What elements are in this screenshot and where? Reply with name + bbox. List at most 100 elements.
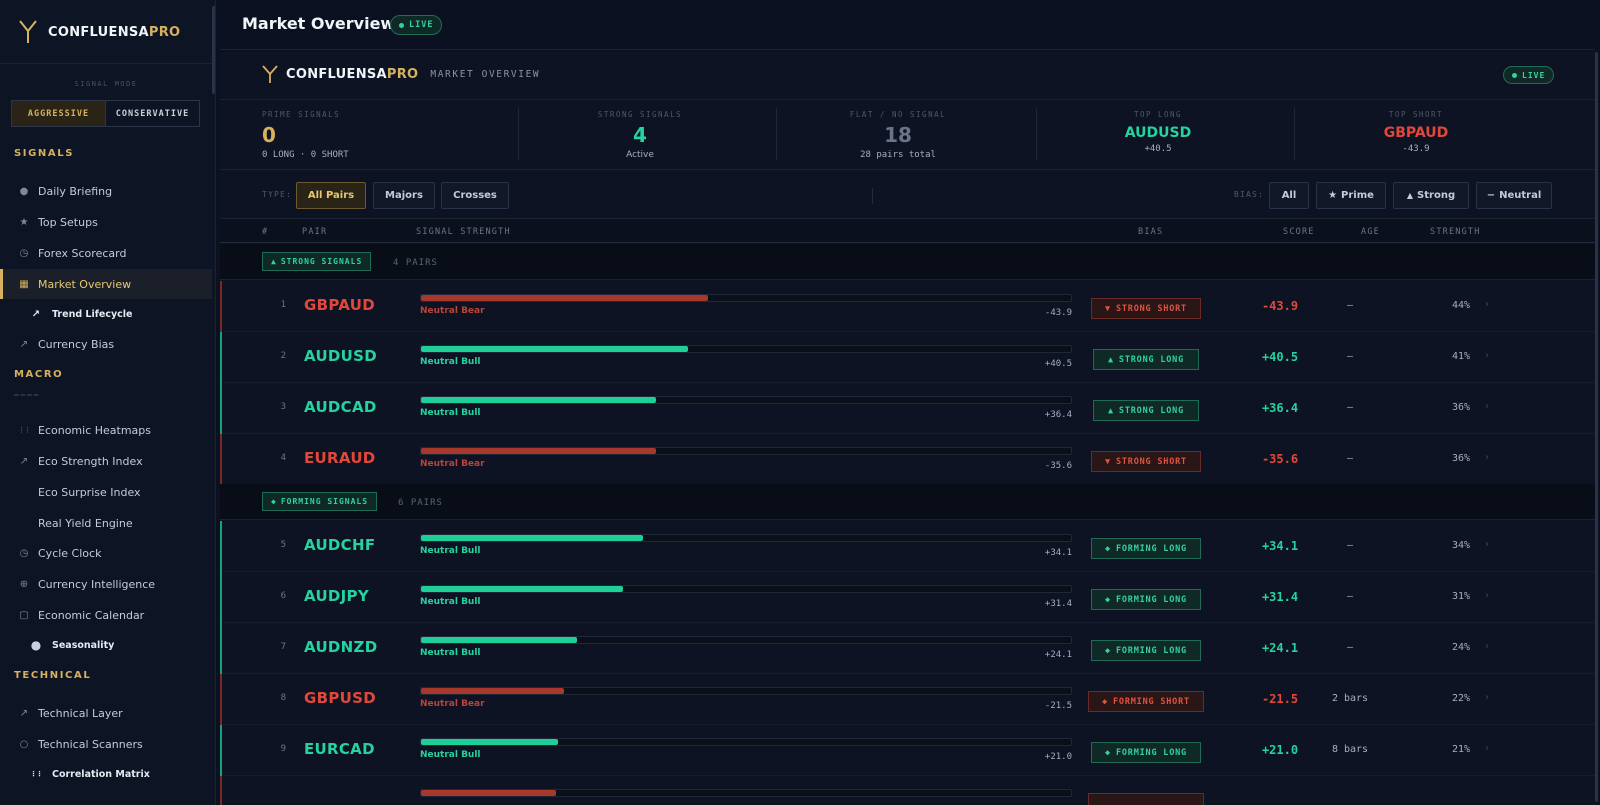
sidebar-item-technical-scanners[interactable]: ○ Technical Scanners — [0, 729, 212, 759]
table-row-partial[interactable] — [220, 776, 1595, 805]
sidebar-item-cycle-clock[interactable]: ◷ Cycle Clock — [0, 538, 212, 568]
chevron-right-icon[interactable]: › — [1485, 299, 1489, 310]
pair-name[interactable]: AUDUSD — [304, 347, 377, 365]
sidebar-item-real-yield-engine[interactable]: Real Yield Engine — [0, 508, 212, 538]
pair-name[interactable]: AUDJPY — [304, 587, 369, 605]
age: — — [1346, 453, 1354, 464]
chevron-right-icon[interactable]: › — [1485, 539, 1489, 550]
table-row[interactable]: 1 GBPAUD Neutral Bear -43.9 ▼ STRONG SHORT -43… — [220, 281, 1595, 332]
bias-all[interactable]: All — [1269, 182, 1309, 209]
score: +24.1 — [1261, 641, 1299, 655]
sidebar-item-currency-intelligence[interactable]: ⊕ Currency Intelligence — [0, 569, 212, 599]
main-scrollbar[interactable] — [1595, 52, 1598, 802]
table-row[interactable]: 4 EURAUD Neutral Bear -35.6 ▼ STRONG SHORT -35… — [220, 434, 1595, 485]
table-row[interactable]: 8 GBPUSD Neutral Bear -21.5 ◆ FORMING SHORT -2… — [220, 674, 1595, 725]
pair-name[interactable]: GBPAUD — [304, 296, 375, 314]
stat-top-long: TOP LONG AUDUSD +40.5 — [1058, 100, 1258, 164]
bias-prime[interactable]: ★ Prime — [1316, 182, 1386, 209]
group-label: STRONG SIGNALS — [280, 257, 363, 266]
table-row[interactable]: 6 AUDJPY Neutral Bull +31.4 ◆ FORMING LONG +31… — [220, 572, 1595, 623]
table-row[interactable]: 9 EURCAD Neutral Bull +21.0 ◆ FORMING LONG +21… — [220, 725, 1595, 776]
chevron-right-icon[interactable]: › — [1485, 743, 1489, 754]
group-badge: ◆ FORMING SIGNALS — [262, 492, 378, 511]
col-strength[interactable]: STRENGTH — [1430, 227, 1481, 237]
bias-strong[interactable]: ▲ Strong — [1393, 182, 1469, 209]
bias-pill-label: FORMING LONG — [1115, 645, 1187, 656]
diamond-icon: ◆ — [1105, 594, 1111, 605]
sidebar-item-market-overview[interactable]: ▦ Market Overview — [0, 269, 212, 299]
mode-conservative-button[interactable]: CONSERVATIVE — [106, 101, 199, 126]
col-bias[interactable]: BIAS — [1138, 227, 1163, 237]
sidebar-item-trend-lifecycle[interactable]: ↗ Trend Lifecycle — [0, 299, 212, 329]
mode-aggressive-button[interactable]: AGGRESSIVE — [12, 101, 106, 126]
col-age[interactable]: AGE — [1361, 227, 1380, 237]
hidden-item-edge: ▔▔▔▔ — [14, 395, 41, 402]
blank-icon — [18, 517, 30, 529]
pair-name[interactable]: EURCAD — [304, 740, 375, 758]
col-pair[interactable]: PAIR — [302, 227, 327, 237]
pair-name[interactable]: EURAUD — [304, 449, 376, 467]
diamond-icon: ◆ — [1105, 747, 1111, 758]
section-header-signals: SIGNALS — [14, 148, 75, 159]
strength-percent: 22% — [1451, 693, 1470, 704]
table-row[interactable]: 3 AUDCAD Neutral Bull +36.4 ▲ STRONG LONG +36.… — [220, 383, 1595, 434]
row-index: 5 — [280, 540, 286, 550]
chevron-right-icon[interactable]: › — [1485, 350, 1489, 361]
col-signal-strength[interactable]: SIGNAL STRENGTH — [416, 227, 511, 237]
sidebar-item-daily-briefing[interactable]: ● Daily Briefing — [0, 176, 212, 206]
sidebar-item-label: Seasonality — [52, 639, 115, 651]
stat-top-short: TOP SHORT GBPAUD -43.9 — [1316, 100, 1516, 164]
chevron-right-icon[interactable]: › — [1485, 590, 1489, 601]
sidebar-item-seasonality[interactable]: ● Seasonality — [0, 630, 212, 660]
brand-logo[interactable]: CONFLUENSAPRO — [18, 18, 180, 46]
pair-name[interactable]: AUDNZD — [304, 638, 377, 656]
bias-pill-label: STRONG LONG — [1118, 354, 1184, 365]
filter-bar: TYPE: All Pairs Majors Crosses BIAS: All… — [220, 170, 1595, 218]
sidebar-item-currency-bias[interactable]: ↗ Currency Bias — [0, 329, 212, 359]
bias-pill: ◆ FORMING LONG — [1091, 589, 1201, 610]
sidebar-item-eco-surprise-index[interactable]: Eco Surprise Index — [0, 477, 212, 507]
sidebar-scrollbar[interactable] — [212, 6, 215, 94]
divider — [0, 63, 212, 64]
strength-bar-track — [420, 636, 1072, 644]
table-header: # PAIR SIGNAL STRENGTH BIAS SCORE AGE ST… — [220, 219, 1595, 243]
section-header-technical: TECHNICAL — [14, 670, 92, 681]
minus-icon: − — [1486, 190, 1496, 201]
bias-neutral[interactable]: − Neutral — [1476, 182, 1552, 209]
sidebar-item-economic-calendar[interactable]: ▢ Economic Calendar — [0, 600, 212, 630]
sidebar-item-forex-scorecard[interactable]: ◷ Forex Scorecard — [0, 238, 212, 268]
strength-percent: 34% — [1451, 540, 1470, 551]
sidebar-item-technical-layer[interactable]: ↗ Technical Layer — [0, 698, 212, 728]
blank-icon — [18, 486, 30, 498]
filter-crosses[interactable]: Crosses — [441, 182, 509, 209]
bias-label: Neutral Bull — [420, 408, 481, 418]
filter-all-pairs[interactable]: All Pairs — [296, 182, 366, 209]
table-row[interactable]: 7 AUDNZD Neutral Bull +24.1 ◆ FORMING LONG +24… — [220, 623, 1595, 674]
chevron-right-icon[interactable]: › — [1485, 401, 1489, 412]
table-row[interactable]: 5 AUDCHF Neutral Bull +34.1 ◆ FORMING LONG +34… — [220, 521, 1595, 572]
row-index: 4 — [280, 453, 286, 463]
strength-bar-track — [420, 789, 1072, 797]
sidebar-item-correlation-matrix[interactable]: ⋮⋮ Correlation Matrix — [0, 759, 212, 789]
row-direction-edge — [220, 725, 222, 776]
sidebar-item-eco-strength-index[interactable]: ↗ Eco Strength Index — [0, 446, 212, 476]
chevron-right-icon[interactable]: › — [1485, 641, 1489, 652]
pair-name[interactable]: AUDCAD — [304, 398, 377, 416]
pair-name[interactable]: GBPUSD — [304, 689, 376, 707]
sidebar-item-label: Currency Intelligence — [38, 577, 156, 591]
filter-majors[interactable]: Majors — [373, 182, 435, 209]
triangle-up-icon: ▲ — [1107, 354, 1114, 365]
col-score[interactable]: SCORE — [1283, 227, 1315, 237]
sidebar-item-economic-heatmaps[interactable]: ⋮⋮ Economic Heatmaps — [0, 415, 212, 445]
chevron-right-icon[interactable]: › — [1485, 692, 1489, 703]
sidebar: CONFLUENSAPRO SIGNAL MODE AGGRESSIVE CON… — [0, 0, 216, 805]
chevron-right-icon[interactable]: › — [1485, 452, 1489, 463]
bias-label: Neutral Bull — [420, 648, 481, 658]
table-row[interactable]: 2 AUDUSD Neutral Bull +40.5 ▲ STRONG LONG +40.… — [220, 332, 1595, 383]
type-filter-label: TYPE: — [262, 190, 293, 199]
market-overview-panel: CONFLUENSAPRO MARKET OVERVIEW LIVE PRIME… — [220, 52, 1595, 805]
grid-icon: ▦ — [19, 278, 29, 290]
sidebar-item-top-setups[interactable]: ★ Top Setups — [0, 207, 212, 237]
group-label: FORMING SIGNALS — [280, 497, 369, 506]
pair-name[interactable]: AUDCHF — [304, 536, 375, 554]
